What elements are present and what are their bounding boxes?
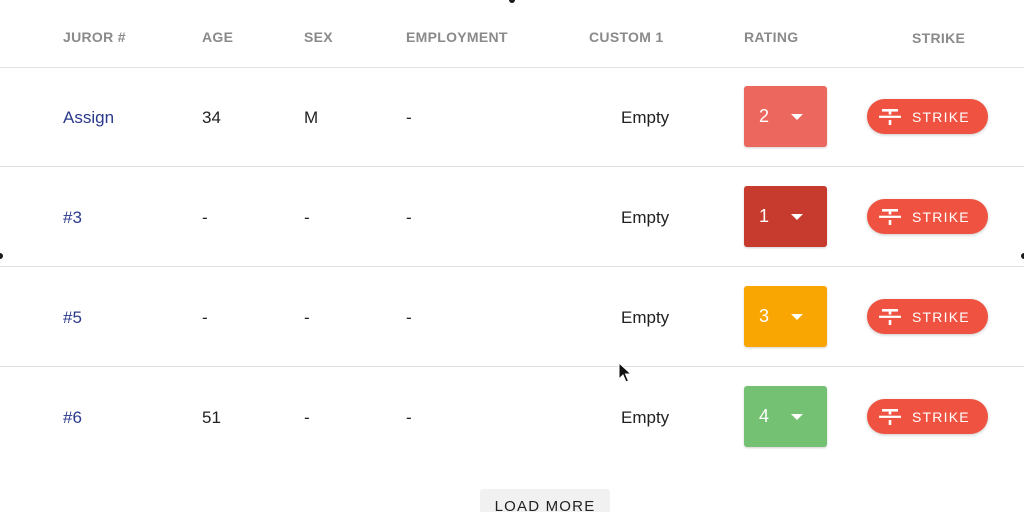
load-more-button[interactable]: LOAD MORE: [480, 489, 610, 512]
header-custom-1[interactable]: CUSTOM 1: [589, 29, 664, 45]
rating-value: 4: [759, 406, 770, 426]
strike-button-label: STRIKE: [912, 309, 970, 325]
custom-1-cell: Empty: [621, 108, 670, 127]
sex-cell: -: [304, 308, 310, 327]
rating-dropdown[interactable]: 1: [744, 186, 827, 247]
strikethrough-icon: [879, 309, 901, 325]
juror-number-link[interactable]: Assign: [63, 108, 114, 128]
sex-cell: M: [304, 108, 319, 127]
header-age[interactable]: AGE: [202, 29, 233, 45]
rating-dropdown[interactable]: 2: [744, 86, 827, 147]
header-employment[interactable]: EMPLOYMENT: [406, 29, 508, 45]
table-row: Assign 34 M - Empty 2 STRIKE: [0, 67, 1024, 167]
header-strike: STRIKE: [912, 30, 966, 46]
rating-value: 2: [759, 106, 770, 126]
employment-cell: -: [406, 308, 412, 327]
strike-button[interactable]: STRIKE: [867, 199, 988, 234]
sex-cell: -: [304, 208, 310, 227]
employment-cell: -: [406, 208, 412, 227]
strike-button[interactable]: STRIKE: [867, 299, 988, 334]
caret-down-icon: [791, 114, 803, 120]
age-cell: -: [202, 208, 208, 227]
age-cell: 51: [202, 408, 221, 427]
strike-button[interactable]: STRIKE: [867, 99, 988, 134]
table-row: #5 - - - Empty 3 STRIKE: [0, 267, 1024, 367]
juror-table-screen: JUROR # AGE SEX EMPLOYMENT CUSTOM 1 RATI…: [0, 0, 1024, 512]
caret-down-icon: [791, 214, 803, 220]
strike-button[interactable]: STRIKE: [867, 399, 988, 434]
custom-1-cell: Empty: [621, 208, 670, 227]
strike-button-label: STRIKE: [912, 209, 970, 225]
rating-value: 1: [759, 206, 770, 226]
rating-dropdown[interactable]: 3: [744, 286, 827, 347]
table-header: JUROR # AGE SEX EMPLOYMENT CUSTOM 1 RATI…: [0, 0, 1024, 68]
rating-dropdown[interactable]: 4: [744, 386, 827, 447]
caret-down-icon: [791, 314, 803, 320]
juror-number-link[interactable]: #3: [63, 208, 82, 228]
strikethrough-icon: [879, 109, 901, 125]
sex-cell: -: [304, 408, 310, 427]
age-cell: -: [202, 308, 208, 327]
header-rating[interactable]: RATING: [744, 29, 798, 45]
strikethrough-icon: [879, 409, 901, 425]
table-row: #3 - - - Empty 1 STRIKE: [0, 167, 1024, 267]
custom-1-cell: Empty: [621, 408, 670, 427]
strike-button-label: STRIKE: [912, 409, 970, 425]
strike-button-label: STRIKE: [912, 109, 970, 125]
juror-number-link[interactable]: #5: [63, 308, 82, 328]
table-row: #6 51 - - Empty 4 STRIKE: [0, 367, 1024, 466]
rating-value: 3: [759, 306, 770, 326]
employment-cell: -: [406, 408, 412, 427]
header-sex[interactable]: SEX: [304, 29, 333, 45]
header-juror[interactable]: JUROR #: [63, 29, 126, 45]
age-cell: 34: [202, 108, 221, 127]
mouse-pointer-icon: [618, 362, 632, 383]
custom-1-cell: Empty: [621, 308, 670, 327]
employment-cell: -: [406, 108, 412, 127]
juror-number-link[interactable]: #6: [63, 408, 82, 428]
caret-down-icon: [791, 414, 803, 420]
strikethrough-icon: [879, 209, 901, 225]
